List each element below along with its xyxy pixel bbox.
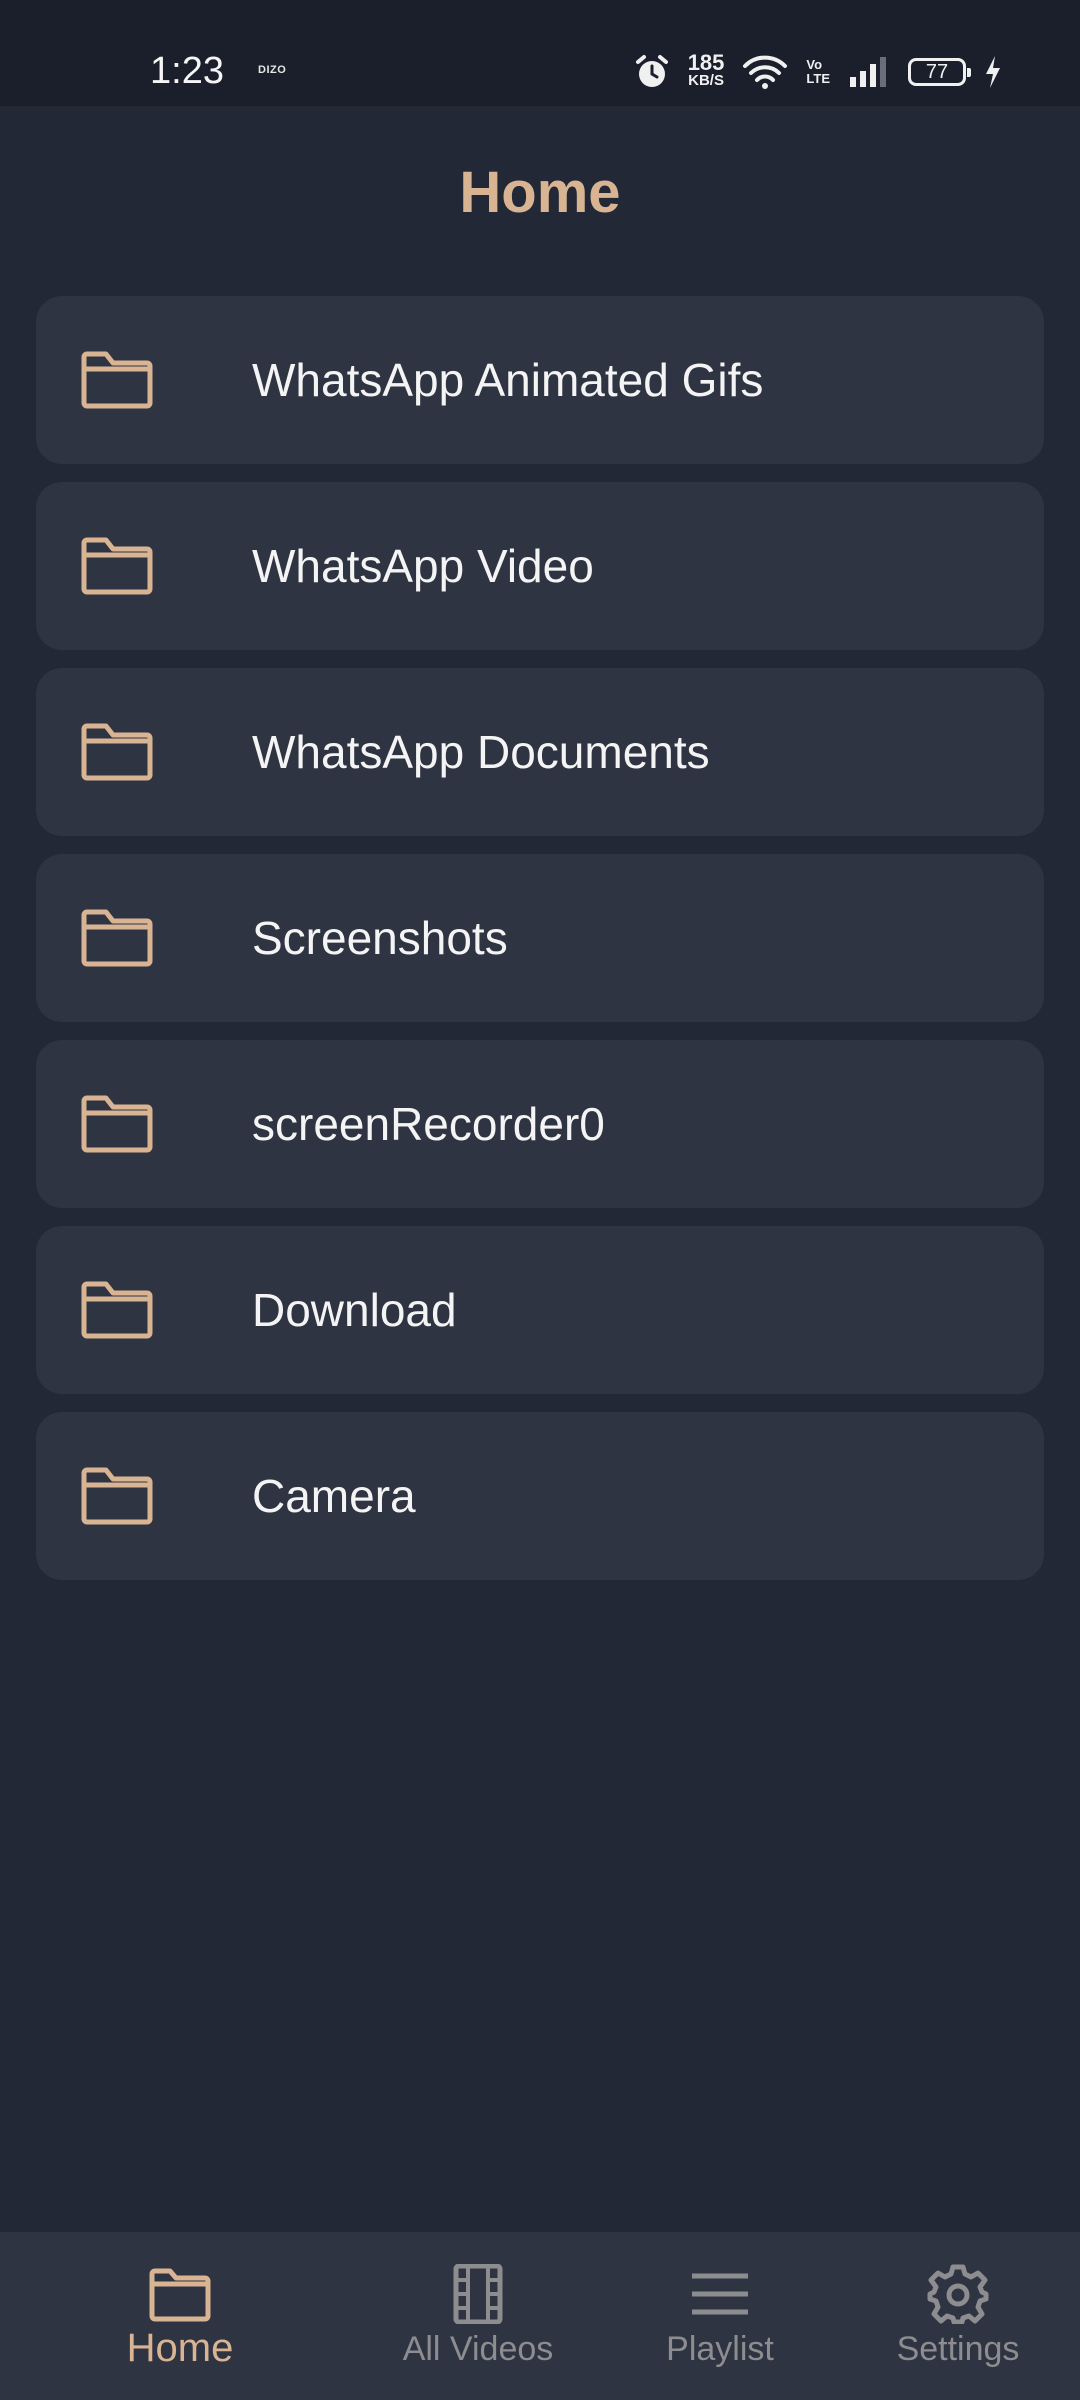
volte-indicator: Vo LTE — [806, 58, 830, 86]
folder-icon — [81, 909, 153, 967]
nav-label: Settings — [896, 2330, 1020, 2368]
folder-item[interactable]: screenRecorder0 — [36, 1040, 1044, 1208]
folder-icon — [81, 537, 153, 595]
folder-item[interactable]: WhatsApp Video — [36, 482, 1044, 650]
folder-icon — [81, 1095, 153, 1153]
status-carrier: DIZO — [258, 64, 287, 76]
speed-value: 185 — [687, 50, 725, 75]
gear-icon — [927, 2264, 989, 2324]
folder-label: Download — [252, 1284, 457, 1336]
nav-item-settings[interactable]: Settings — [878, 2232, 1038, 2400]
folder-item[interactable]: Screenshots — [36, 854, 1044, 1022]
status-bar: 1:23 DIZO 185 KB/S Vo LTE 77 — [0, 0, 1080, 106]
status-icons: 185 KB/S Vo LTE 77 — [634, 48, 1002, 96]
nav-item-home[interactable]: Home — [100, 2232, 260, 2400]
folder-label: Screenshots — [252, 912, 508, 964]
folder-icon — [81, 723, 153, 781]
volte-bottom: LTE — [806, 71, 830, 86]
folder-label: WhatsApp Documents — [252, 726, 710, 778]
folder-item[interactable]: Camera — [36, 1412, 1044, 1580]
folder-label: Camera — [252, 1470, 416, 1522]
folder-label: WhatsApp Animated Gifs — [252, 354, 764, 406]
folder-icon — [81, 351, 153, 409]
nav-label: Home — [126, 2326, 234, 2370]
nav-item-playlist[interactable]: Playlist — [640, 2232, 800, 2400]
nav-label: All Videos — [402, 2330, 554, 2368]
nav-label: Playlist — [666, 2330, 774, 2368]
list-icon — [692, 2273, 748, 2315]
charging-icon — [986, 56, 1000, 88]
status-time: 1:23 — [150, 50, 224, 92]
wifi-icon — [743, 55, 788, 89]
folder-icon — [81, 1467, 153, 1525]
battery-level: 77 — [925, 60, 949, 83]
folder-label: screenRecorder0 — [252, 1098, 605, 1150]
page-title: Home — [459, 160, 621, 225]
app-screen: 1:23 DIZO 185 KB/S Vo LTE 77 Home WhatsA… — [0, 0, 1080, 2400]
battery-indicator: 77 — [908, 58, 971, 86]
alarm-icon — [635, 55, 668, 87]
folder-icon — [81, 1281, 153, 1339]
folder-label: WhatsApp Video — [252, 540, 594, 592]
folder-item[interactable]: WhatsApp Documents — [36, 668, 1044, 836]
volte-top: Vo — [806, 57, 823, 72]
folder-icon — [149, 2268, 211, 2322]
network-speed: 185 KB/S — [687, 50, 725, 90]
folder-list: WhatsApp Animated Gifs WhatsApp Video Wh… — [36, 296, 1044, 1598]
film-icon — [453, 2264, 503, 2324]
signal-icon — [850, 57, 886, 87]
bottom-nav: Home All Videos Playlist Settings — [0, 2232, 1080, 2400]
speed-unit: KB/S — [688, 72, 724, 89]
folder-item[interactable]: Download — [36, 1226, 1044, 1394]
folder-item[interactable]: WhatsApp Animated Gifs — [36, 296, 1044, 464]
nav-item-all-videos[interactable]: All Videos — [378, 2232, 578, 2400]
